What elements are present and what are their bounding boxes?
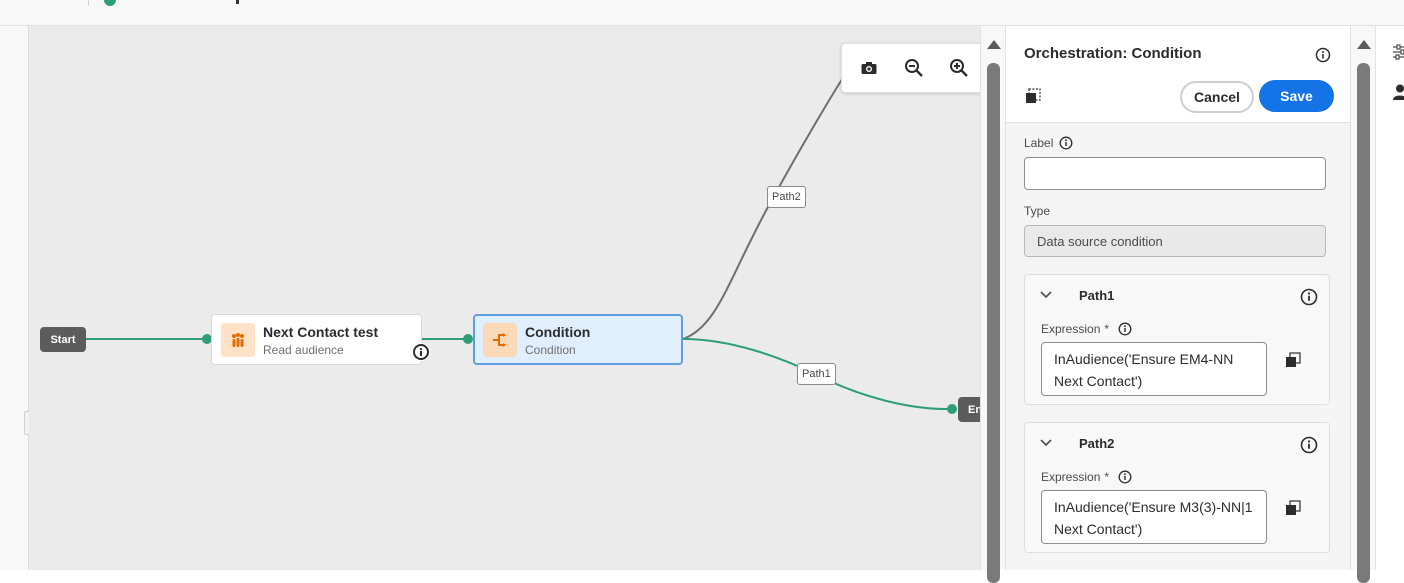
audience-icon (221, 323, 255, 357)
audience-node-title: Next Contact test (263, 324, 379, 340)
chevron-down-icon[interactable] (1039, 438, 1053, 448)
label-info-icon[interactable] (1059, 136, 1073, 150)
path1-title: Path1 (1079, 288, 1115, 303)
info-icon[interactable] (1315, 47, 1331, 68)
path2-info-icon[interactable] (1300, 436, 1318, 454)
expression-label-text: Expression (1041, 470, 1101, 484)
type-value: Data source condition (1024, 225, 1326, 257)
condition-node-title: Condition (525, 324, 591, 340)
save-button[interactable]: Save (1259, 80, 1334, 112)
right-icon-rail (1376, 26, 1404, 570)
end-node[interactable]: En (958, 397, 980, 422)
panel-body: Label Type Data source condition Path1 E… (1006, 123, 1350, 570)
start-node-label: Start (50, 333, 76, 346)
required-mark: * (1104, 470, 1110, 484)
canvas-scrollbar[interactable] (980, 26, 1006, 583)
panel-scrollbar[interactable] (1350, 26, 1376, 583)
chevron-down-icon[interactable] (1039, 290, 1053, 300)
status-dot-icon (104, 0, 116, 6)
scrollbar-thumb[interactable] (1357, 63, 1370, 583)
end-node-label: En (968, 403, 980, 416)
expression-info-icon[interactable] (1118, 470, 1132, 484)
scroll-up-icon[interactable] (987, 40, 1001, 49)
expression-copy-icon[interactable] (1284, 351, 1302, 369)
condition-node[interactable]: Condition Condition (473, 314, 683, 365)
expression-info-icon[interactable] (1118, 322, 1132, 336)
toolbar-text-fragment (236, 0, 239, 4)
label-field-label: Label (1024, 136, 1073, 150)
path2-expression-input[interactable]: InAudience('Ensure M3(3)-NN|1 Next Conta… (1041, 490, 1267, 544)
workflow-canvas[interactable]: Start Next Contact test Read audience Co… (29, 26, 980, 570)
path1-expression-input[interactable]: InAudience('Ensure EM4-NN Next Contact') (1041, 342, 1267, 396)
path2-expression-label: Expression * (1041, 470, 1132, 484)
condition-input-port[interactable] (463, 334, 473, 344)
panel-header: Orchestration: Condition Cancel Save (1006, 26, 1350, 123)
scrollbar-thumb[interactable] (987, 63, 1000, 583)
panel-title: Orchestration: Condition (1024, 45, 1202, 62)
path2-title: Path2 (1079, 436, 1115, 451)
canvas-toolbar (841, 43, 980, 93)
condition-node-subtitle: Condition (525, 343, 576, 357)
settings-sliders-icon[interactable] (1393, 44, 1404, 60)
camera-icon[interactable] (854, 53, 884, 83)
audience-node-subtitle: Read audience (263, 343, 344, 357)
path1-info-icon[interactable] (1300, 288, 1318, 306)
path1-card: Path1 Expression * InAudience('Ensure EM… (1024, 274, 1330, 405)
zoom-in-icon[interactable] (944, 53, 974, 83)
scroll-up-icon[interactable] (1357, 40, 1371, 49)
label-field-text: Label (1024, 136, 1054, 150)
label-input[interactable] (1024, 157, 1326, 190)
properties-panel: Orchestration: Condition Cancel Save Lab… (1006, 26, 1350, 570)
toolbar-divider (88, 0, 89, 6)
start-node[interactable]: Start (40, 327, 86, 352)
node-info-icon[interactable] (412, 343, 430, 361)
path2-edge-label[interactable]: Path2 (767, 186, 806, 208)
path1-expression-label: Expression * (1041, 322, 1132, 336)
left-rail (0, 26, 34, 570)
type-field-label: Type (1024, 204, 1051, 218)
end-input-port[interactable] (947, 404, 957, 414)
path1-edge-label[interactable]: Path1 (797, 363, 836, 385)
expression-label-text: Expression (1041, 322, 1101, 336)
copy-icon[interactable] (1024, 87, 1042, 110)
condition-icon (483, 323, 517, 357)
user-icon[interactable] (1393, 84, 1404, 100)
path2-card: Path2 Expression * InAudience('Ensure M3… (1024, 422, 1330, 553)
workflow-edges (86, 75, 952, 411)
audience-node[interactable]: Next Contact test Read audience (211, 314, 430, 365)
cancel-button[interactable]: Cancel (1180, 81, 1254, 113)
top-app-bar (0, 0, 1404, 26)
zoom-out-icon[interactable] (899, 53, 929, 83)
expression-copy-icon[interactable] (1284, 499, 1302, 517)
edge-path2 (682, 75, 845, 340)
required-mark: * (1104, 322, 1110, 336)
